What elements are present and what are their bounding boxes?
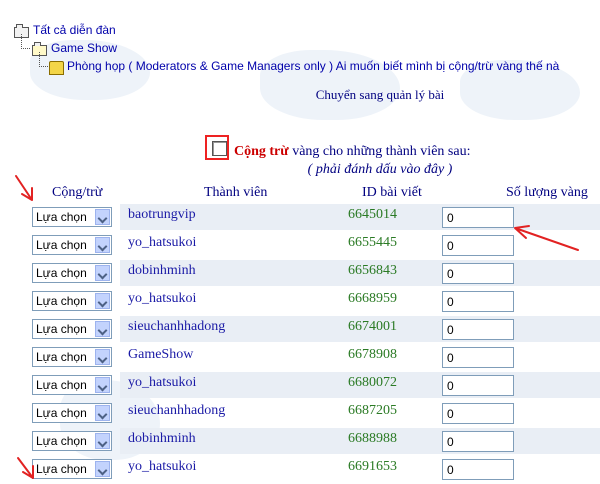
page-title: Chuyển sang quản lý bài <box>315 87 445 102</box>
chevron-down-icon[interactable] <box>95 461 110 477</box>
post-id-link[interactable]: 6645014 <box>348 207 397 223</box>
gold-amount-input[interactable]: 0 <box>442 459 514 480</box>
gold-amount-input[interactable]: 0 <box>442 347 514 368</box>
annotation-arrow-top <box>15 175 33 201</box>
bulk-hint: ( phải đánh dấu vào đây ) <box>307 162 453 177</box>
table-row: Lựa chọn sieuchanhhadong 6687205 0 <box>0 400 600 428</box>
table-row: Lựa chọn yo_hatsukoi 6680072 0 <box>0 372 600 400</box>
member-link[interactable]: yo_hatsukoi <box>128 375 196 391</box>
chevron-down-icon[interactable] <box>95 405 110 421</box>
breadcrumb-item-topic[interactable]: Phòng họp ( Moderators & Game Managers o… <box>48 58 559 75</box>
post-id-link[interactable]: 6674001 <box>348 319 397 335</box>
action-select-value: Lựa chọn <box>36 238 87 252</box>
table-row: Lựa chọn sieuchanhhadong 6674001 0 <box>0 316 600 344</box>
chevron-down-icon[interactable] <box>95 293 110 309</box>
action-select[interactable]: Lựa chọn <box>32 235 112 255</box>
action-select-value: Lựa chọn <box>36 294 87 308</box>
action-select[interactable]: Lựa chọn <box>32 431 112 451</box>
breadcrumb-label[interactable]: Phòng họp ( Moderators & Game Managers o… <box>67 59 559 73</box>
action-select[interactable]: Lựa chọn <box>32 403 112 423</box>
column-header-gold: Số lượng vàng <box>506 185 588 200</box>
member-link[interactable]: yo_hatsukoi <box>128 459 196 475</box>
column-header-action: Cộng/trừ <box>52 185 103 200</box>
table-row: Lựa chọn yo_hatsukoi 6655445 0 <box>0 232 600 260</box>
action-select[interactable]: Lựa chọn <box>32 459 112 479</box>
member-link[interactable]: yo_hatsukoi <box>128 291 196 307</box>
action-select-value: Lựa chọn <box>36 210 87 224</box>
member-link[interactable]: sieuchanhhadong <box>128 403 225 419</box>
post-id-link[interactable]: 6688988 <box>348 431 397 447</box>
chevron-down-icon[interactable] <box>95 265 110 281</box>
tree-connector <box>21 34 30 49</box>
gold-amount-input[interactable]: 0 <box>442 319 514 340</box>
post-id-link[interactable]: 6656843 <box>348 263 397 279</box>
bulk-caption-rest: vàng cho những thành viên sau: <box>288 144 471 159</box>
member-link[interactable]: dobinhminh <box>128 431 196 447</box>
bulk-caption-bold: Cộng trừ <box>234 144 289 159</box>
post-id-link[interactable]: 6655445 <box>348 235 397 251</box>
annotation-highlight-box <box>205 135 229 160</box>
post-id-link[interactable]: 6680072 <box>348 375 397 391</box>
gold-amount-input[interactable]: 0 <box>442 431 514 452</box>
breadcrumb-label[interactable]: Game Show <box>51 41 117 55</box>
member-link[interactable]: yo_hatsukoi <box>128 235 196 251</box>
action-select[interactable]: Lựa chọn <box>32 375 112 395</box>
action-select-value: Lựa chọn <box>36 462 87 476</box>
column-header-post-id: ID bài viết <box>362 185 422 200</box>
chevron-down-icon[interactable] <box>95 237 110 253</box>
post-id-link[interactable]: 6687205 <box>348 403 397 419</box>
table-row: Lựa chọn baotrungvip 6645014 0 <box>0 204 600 232</box>
table-row: Lựa chọn dobinhminh 6688988 0 <box>0 428 600 456</box>
action-select-value: Lựa chọn <box>36 322 87 336</box>
chevron-down-icon[interactable] <box>95 349 110 365</box>
action-select[interactable]: Lựa chọn <box>32 291 112 311</box>
table-row: Lựa chọn yo_hatsukoi 6668959 0 <box>0 288 600 316</box>
member-link[interactable]: dobinhminh <box>128 263 196 279</box>
post-id-link[interactable]: 6691653 <box>348 459 397 475</box>
chevron-down-icon[interactable] <box>95 377 110 393</box>
member-link[interactable]: GameShow <box>128 347 193 363</box>
action-select-value: Lựa chọn <box>36 434 87 448</box>
chevron-down-icon[interactable] <box>95 209 110 225</box>
breadcrumb-label[interactable]: Tất cả diễn đàn <box>33 23 116 37</box>
post-id-link[interactable]: 6678908 <box>348 347 397 363</box>
table-row: Lựa chọn yo_hatsukoi 6691653 0 <box>0 456 600 484</box>
gold-amount-input[interactable]: 0 <box>442 207 514 228</box>
action-select[interactable]: Lựa chọn <box>32 207 112 227</box>
gold-amount-input[interactable]: 0 <box>442 235 514 256</box>
tree-connector <box>39 52 48 67</box>
action-select-value: Lựa chọn <box>36 266 87 280</box>
action-select[interactable]: Lựa chọn <box>32 319 112 339</box>
action-select-value: Lựa chọn <box>36 350 87 364</box>
action-select[interactable]: Lựa chọn <box>32 263 112 283</box>
chevron-down-icon[interactable] <box>95 433 110 449</box>
table-row: Lựa chọn GameShow 6678908 0 <box>0 344 600 372</box>
gold-amount-input[interactable]: 0 <box>442 375 514 396</box>
table-row: Lựa chọn dobinhminh 6656843 0 <box>0 260 600 288</box>
gold-amount-input[interactable]: 0 <box>442 403 514 424</box>
gold-amount-input[interactable]: 0 <box>442 291 514 312</box>
chevron-down-icon[interactable] <box>95 321 110 337</box>
action-select[interactable]: Lựa chọn <box>32 347 112 367</box>
post-id-link[interactable]: 6668959 <box>348 291 397 307</box>
member-link[interactable]: baotrungvip <box>128 207 196 223</box>
action-select-value: Lựa chọn <box>36 406 87 420</box>
column-header-member: Thành viên <box>204 185 268 200</box>
gold-amount-input[interactable]: 0 <box>442 263 514 284</box>
topic-folder-icon <box>48 60 64 75</box>
member-link[interactable]: sieuchanhhadong <box>128 319 225 335</box>
bulk-caption: Cộng trừ vàng cho những thành viên sau: <box>234 144 470 160</box>
action-select-value: Lựa chọn <box>36 378 87 392</box>
